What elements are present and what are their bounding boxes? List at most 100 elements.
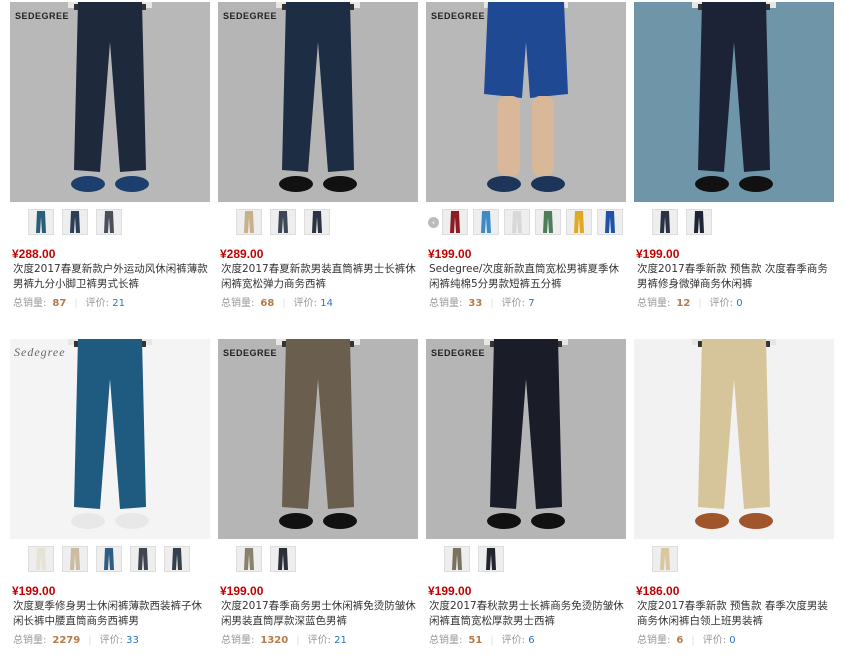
color-thumbnail[interactable]: [442, 209, 468, 235]
color-thumbnail[interactable]: [652, 209, 678, 235]
divider: |: [296, 635, 300, 646]
product-image[interactable]: SEDEGREE: [218, 339, 418, 539]
reviews-count[interactable]: 21: [334, 635, 347, 646]
product-card[interactable]: ¥199.00 次度2017春季新款 预售款 次度春季商务男裤修身微弹商务休闲裤总…: [634, 2, 836, 309]
color-thumbnails: [10, 209, 212, 239]
color-thumbnail[interactable]: [478, 546, 504, 572]
color-thumbnail[interactable]: [597, 209, 623, 235]
color-thumbnail[interactable]: [304, 209, 330, 235]
prev-arrow-icon[interactable]: ‹: [428, 217, 439, 228]
sales-count: 68: [260, 298, 275, 309]
color-thumbnail[interactable]: [504, 209, 530, 235]
color-thumbnail[interactable]: [270, 546, 296, 572]
color-thumbnail[interactable]: [28, 209, 54, 235]
product-grid: SEDEGREE ¥288.00 次度2017春夏新款户外运动风休闲裤薄款男裤九分小…: [0, 0, 845, 658]
product-stats: 总销量: 2279 | 评价: 33: [13, 631, 139, 646]
product-title[interactable]: 次度2017春季新款 预售款 次度春季商务男裤修身微弹商务休闲裤: [637, 262, 833, 292]
brand-logo: SEDEGREE: [223, 11, 278, 21]
color-thumbnail[interactable]: [444, 546, 470, 572]
color-thumbnail[interactable]: [96, 546, 122, 572]
product-card[interactable]: SEDEGREE ¥288.00 次度2017春夏新款户外运动风休闲裤薄款男裤九分小…: [10, 2, 212, 309]
product-image[interactable]: Sedegree: [10, 339, 210, 539]
product-card[interactable]: ¥186.00 次度2017春季新款 预售款 春季次度男装商务休闲裤白领上班男装裤…: [634, 339, 836, 646]
sales-label: 总销量:: [221, 298, 255, 309]
product-price: ¥199.00: [12, 584, 56, 598]
product-card[interactable]: SEDEGREE ¥289.00 次度2017春夏新款男装直筒裤男士长裤休闲裤宽松弹…: [218, 2, 420, 309]
reviews-label: 评价:: [702, 635, 727, 646]
reviews-count[interactable]: 6: [528, 635, 534, 646]
divider: |: [74, 298, 78, 309]
product-image[interactable]: SEDEGREE: [218, 2, 418, 202]
product-stats: 总销量: 87 | 评价: 21: [13, 294, 125, 309]
product-stats: 总销量: 51 | 评价: 6: [429, 631, 535, 646]
sales-count: 2279: [52, 635, 81, 646]
reviews-count[interactable]: 14: [320, 298, 333, 309]
color-thumbnail[interactable]: [652, 546, 678, 572]
color-thumbnail[interactable]: [62, 209, 88, 235]
divider: |: [490, 635, 494, 646]
reviews-label: 评价:: [709, 298, 734, 309]
divider: |: [490, 298, 494, 309]
color-thumbnail[interactable]: [270, 209, 296, 235]
product-card[interactable]: SEDEGREE ¥199.00 次度2017春季商务男士休闲裤免烫防皱休闲男装直筒…: [218, 339, 420, 646]
sales-count: 87: [52, 298, 67, 309]
product-title[interactable]: 次度夏季修身男士休闲裤薄款西装裤子休闲长裤中腰直筒商务西裤男: [13, 599, 209, 629]
product-title[interactable]: 次度2017春夏新款男装直筒裤男士长裤休闲裤宽松弹力商务西裤: [221, 262, 417, 292]
brand-logo: SEDEGREE: [431, 348, 486, 358]
product-image[interactable]: SEDEGREE: [426, 2, 626, 202]
product-stats: 总销量: 12 | 评价: 0: [637, 294, 743, 309]
color-thumbnail[interactable]: [535, 209, 561, 235]
sales-count: 6: [676, 635, 684, 646]
reviews-count[interactable]: 7: [528, 298, 534, 309]
product-title[interactable]: 次度2017春夏新款户外运动风休闲裤薄款男裤九分小脚卫裤男式长裤: [13, 262, 209, 292]
divider: |: [698, 298, 702, 309]
product-price: ¥186.00: [636, 584, 680, 598]
color-thumbnails: ‹›: [426, 209, 628, 239]
product-card[interactable]: SEDEGREE ¥199.00 次度2017春秋款男士长裤商务免烫防皱休闲裤直筒宽…: [426, 339, 628, 646]
reviews-count[interactable]: 21: [112, 298, 125, 309]
product-title[interactable]: 次度2017春季商务男士休闲裤免烫防皱休闲男装直筒厚款深蓝色男裤: [221, 599, 417, 629]
sales-count: 33: [468, 298, 483, 309]
sales-count: 1320: [260, 635, 289, 646]
reviews-count[interactable]: 0: [736, 298, 742, 309]
product-image[interactable]: SEDEGREE: [426, 339, 626, 539]
reviews-count[interactable]: 33: [126, 635, 139, 646]
product-stats: 总销量: 68 | 评价: 14: [221, 294, 333, 309]
color-thumbnail[interactable]: [130, 546, 156, 572]
sales-label: 总销量:: [13, 298, 47, 309]
sales-label: 总销量:: [221, 635, 255, 646]
reviews-label: 评价:: [501, 298, 526, 309]
color-thumbnail[interactable]: [566, 209, 592, 235]
brand-logo: Sedegree: [14, 345, 66, 359]
product-title[interactable]: 次度2017春季新款 预售款 春季次度男装商务休闲裤白领上班男装裤: [637, 599, 833, 629]
product-card[interactable]: SEDEGREE ‹› ¥199.00Sedegree/次度新款直筒宽松男裤夏季休闲…: [426, 2, 628, 309]
sales-label: 总销量:: [429, 298, 463, 309]
color-thumbnails: [426, 546, 628, 576]
sales-label: 总销量:: [429, 635, 463, 646]
product-price: ¥289.00: [220, 247, 264, 261]
reviews-count[interactable]: 0: [729, 635, 735, 646]
product-price: ¥288.00: [12, 247, 56, 261]
product-image[interactable]: [634, 339, 834, 539]
product-price: ¥199.00: [428, 247, 472, 261]
product-title[interactable]: Sedegree/次度新款直筒宽松男裤夏季休闲裤纯棉5分男款短裤五分裤: [429, 262, 625, 292]
color-thumbnail[interactable]: [236, 209, 262, 235]
product-image[interactable]: [634, 2, 834, 202]
color-thumbnail[interactable]: [28, 546, 54, 572]
color-thumbnails: [218, 209, 420, 239]
color-thumbnail[interactable]: [164, 546, 190, 572]
product-price: ¥199.00: [220, 584, 264, 598]
product-title[interactable]: 次度2017春秋款男士长裤商务免烫防皱休闲裤直筒宽松厚款男士西裤: [429, 599, 625, 629]
product-stats: 总销量: 1320 | 评价: 21: [221, 631, 347, 646]
color-thumbnail[interactable]: [62, 546, 88, 572]
color-thumbnail[interactable]: [96, 209, 122, 235]
reviews-label: 评价:: [501, 635, 526, 646]
color-thumbnail[interactable]: [473, 209, 499, 235]
reviews-label: 评价:: [85, 298, 110, 309]
product-image[interactable]: SEDEGREE: [10, 2, 210, 202]
sales-label: 总销量:: [637, 635, 671, 646]
color-thumbnail[interactable]: [686, 209, 712, 235]
product-card[interactable]: Sedegree ¥199.00 次度夏季修身男士休闲裤薄款西装裤子休闲长裤中腰直筒…: [10, 339, 212, 646]
color-thumbnail[interactable]: [236, 546, 262, 572]
product-price: ¥199.00: [636, 247, 680, 261]
